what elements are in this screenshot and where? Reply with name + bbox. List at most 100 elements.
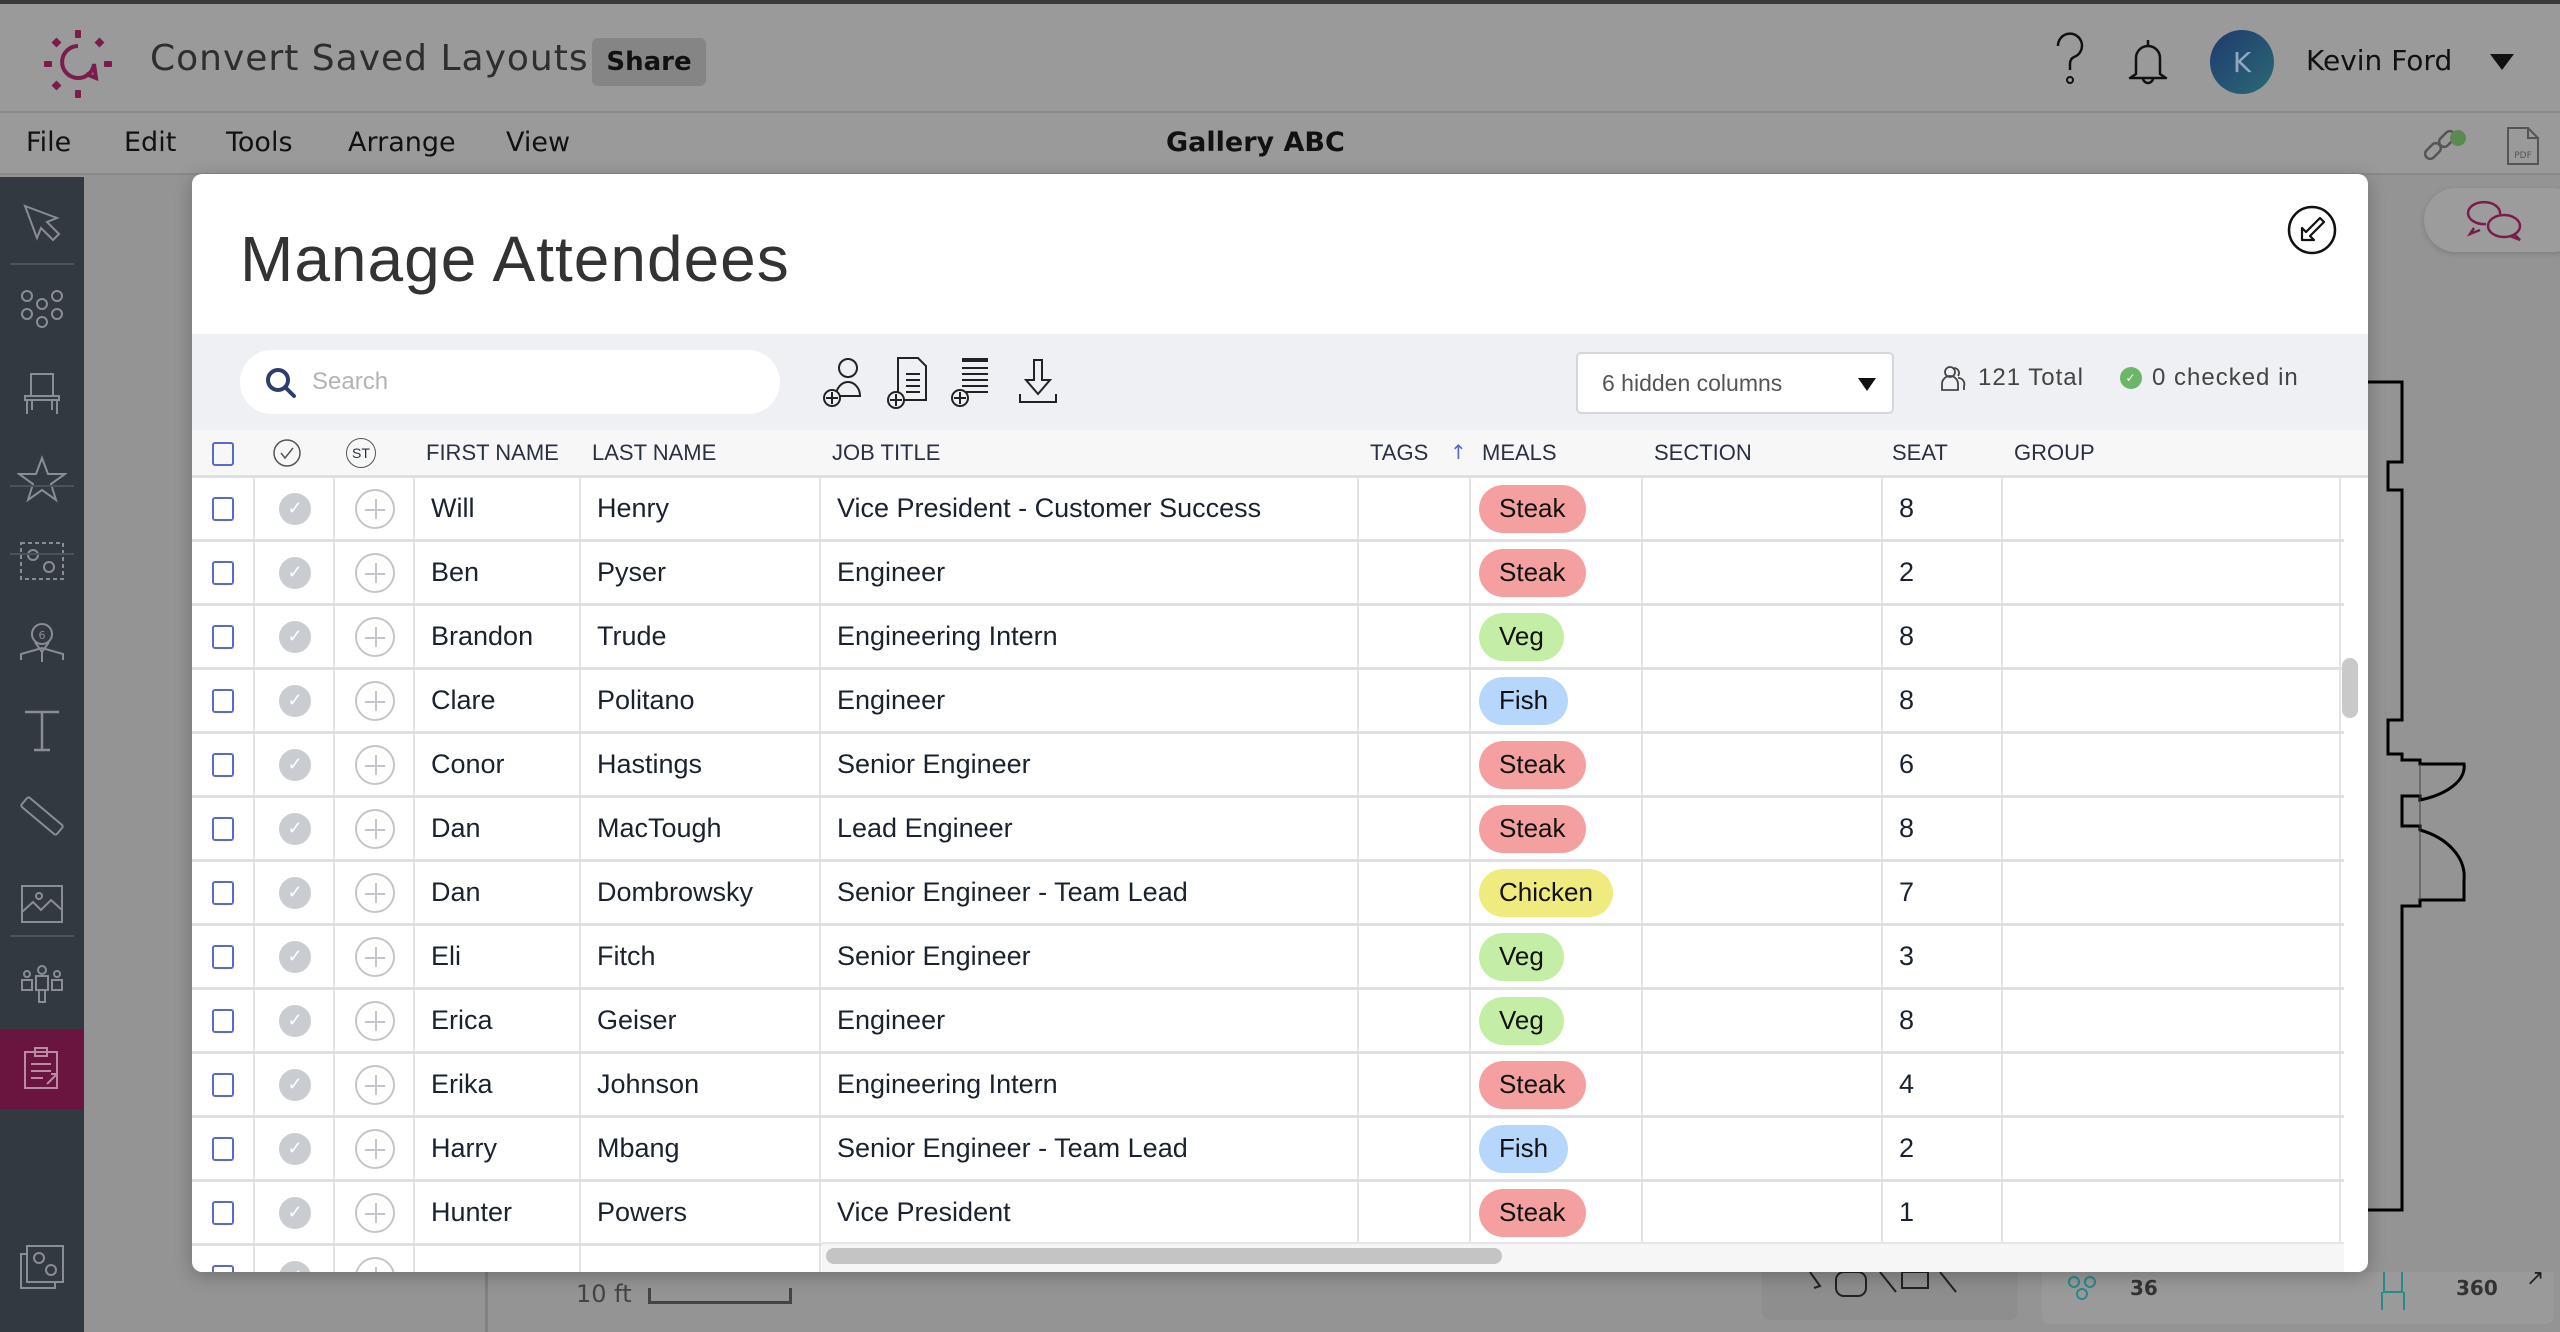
sidebar-item-text[interactable] <box>0 691 84 771</box>
add-status-icon[interactable] <box>355 1256 395 1272</box>
first-cell[interactable]: Ben <box>415 542 581 603</box>
tags-cell[interactable] <box>1359 670 1471 731</box>
section-cell[interactable] <box>1643 734 1883 795</box>
attendee-row[interactable]: ✓ Harry Mbang Senior Engineer - Team Lead Fi… <box>192 1118 2344 1182</box>
section-cell[interactable] <box>1643 798 1883 859</box>
export-pdf-icon[interactable]: PDF <box>2506 126 2540 166</box>
seat-cell[interactable]: 3 <box>1883 926 2003 987</box>
row-checkbox[interactable] <box>212 1008 234 1033</box>
row-checkbox[interactable] <box>212 624 234 649</box>
add-status-icon[interactable] <box>355 616 395 657</box>
hidden-columns-dropdown[interactable]: 6 hidden columns <box>1576 352 1894 414</box>
section-cell[interactable] <box>1643 606 1883 667</box>
meal-badge[interactable]: Steak <box>1479 804 1586 853</box>
help-icon[interactable] <box>2052 32 2088 88</box>
meal-badge[interactable]: Steak <box>1479 1060 1586 1109</box>
group-cell[interactable] <box>2003 862 2341 923</box>
job-cell[interactable]: Vice President <box>821 1182 1359 1243</box>
group-cell[interactable] <box>2003 670 2341 731</box>
add-status-icon[interactable] <box>355 552 395 593</box>
share-button[interactable]: Share <box>592 38 706 86</box>
sidebar-item-measure[interactable] <box>0 777 84 857</box>
menu-edit[interactable]: Edit <box>124 127 176 158</box>
row-checkbox[interactable] <box>212 880 234 905</box>
row-checkbox[interactable] <box>212 496 234 521</box>
status-column-icon[interactable]: ST <box>346 438 376 468</box>
last-cell[interactable] <box>581 1246 821 1272</box>
first-cell[interactable]: Eli <box>415 926 581 987</box>
meal-badge[interactable]: Steak <box>1479 1188 1586 1237</box>
job-cell[interactable]: Engineer <box>821 990 1359 1051</box>
group-cell[interactable] <box>2003 606 2341 667</box>
job-cell[interactable]: Engineering Intern <box>821 606 1359 667</box>
column-first-name[interactable]: FIRST NAME <box>426 440 559 466</box>
add-attendee-icon[interactable] <box>822 354 870 410</box>
attendee-row[interactable]: ✓ Eli Fitch Senior Engineer Veg 3 <box>192 926 2344 990</box>
sidebar-item-favorites[interactable] <box>0 439 84 519</box>
column-section[interactable]: SECTION <box>1654 440 1752 466</box>
group-cell[interactable] <box>2003 478 2341 539</box>
tags-cell[interactable] <box>1359 542 1471 603</box>
last-cell[interactable]: Fitch <box>581 926 821 987</box>
check-in-icon[interactable]: ✓ <box>279 1260 311 1272</box>
tags-cell[interactable] <box>1359 734 1471 795</box>
seat-cell[interactable]: 7 <box>1883 862 2003 923</box>
tags-cell[interactable] <box>1359 606 1471 667</box>
sidebar-item-attendees[interactable] <box>0 947 84 1027</box>
last-cell[interactable]: MacTough <box>581 798 821 859</box>
job-cell[interactable]: Lead Engineer <box>821 798 1359 859</box>
sidebar-item-image[interactable] <box>0 863 84 943</box>
first-cell[interactable]: Conor <box>415 734 581 795</box>
last-cell[interactable]: Geiser <box>581 990 821 1051</box>
first-cell[interactable]: Dan <box>415 862 581 923</box>
job-cell[interactable]: Vice President - Customer Success <box>821 478 1359 539</box>
seat-cell[interactable]: 1 <box>1883 1182 2003 1243</box>
section-cell[interactable] <box>1643 1054 1883 1115</box>
attendee-row[interactable]: ✓ Conor Hastings Senior Engineer Steak 6 <box>192 734 2344 798</box>
check-in-icon[interactable]: ✓ <box>279 620 311 653</box>
user-name[interactable]: Kevin Ford <box>2306 44 2452 77</box>
row-checkbox[interactable] <box>212 816 234 841</box>
section-cell[interactable] <box>1643 1182 1883 1243</box>
section-cell[interactable] <box>1643 990 1883 1051</box>
minimize-modal-icon[interactable] <box>2286 204 2338 256</box>
attendee-row[interactable]: ✓ Erica Geiser Engineer Veg 8 <box>192 990 2344 1054</box>
tags-cell[interactable] <box>1359 1118 1471 1179</box>
seat-cell[interactable]: 8 <box>1883 478 2003 539</box>
meal-badge[interactable]: Fish <box>1479 1124 1569 1173</box>
check-in-icon[interactable]: ✓ <box>279 684 311 717</box>
first-cell[interactable]: Will <box>415 478 581 539</box>
check-in-icon[interactable]: ✓ <box>279 812 311 845</box>
app-logo-icon[interactable] <box>42 28 114 100</box>
group-cell[interactable] <box>2003 926 2341 987</box>
job-cell[interactable]: Senior Engineer - Team Lead <box>821 862 1359 923</box>
attendee-row[interactable]: ✓ Clare Politano Engineer Fish 8 <box>192 670 2344 734</box>
sort-ascending-icon[interactable]: ↑ <box>1450 440 1467 464</box>
sidebar-item-manage-attendees[interactable] <box>0 1029 84 1109</box>
last-cell[interactable]: Hastings <box>581 734 821 795</box>
attendee-row[interactable]: ✓ Ben Pyser Engineer Steak 2 <box>192 542 2344 606</box>
add-status-icon[interactable] <box>355 808 395 849</box>
menu-view[interactable]: View <box>506 127 570 158</box>
sidebar-item-groups[interactable] <box>0 522 84 602</box>
add-status-icon[interactable] <box>355 1192 395 1233</box>
first-cell[interactable]: Brandon <box>415 606 581 667</box>
seat-cell[interactable]: 4 <box>1883 1054 2003 1115</box>
search-box[interactable] <box>240 350 780 414</box>
job-cell[interactable]: Senior Engineer - Team Lead <box>821 1118 1359 1179</box>
tags-cell[interactable] <box>1359 1182 1471 1243</box>
attendee-row[interactable]: ✓ Erika Johnson Engineering Intern Steak 4 <box>192 1054 2344 1118</box>
column-job-title[interactable]: JOB TITLE <box>832 440 940 466</box>
column-last-name[interactable]: LAST NAME <box>592 440 716 466</box>
sidebar-item-layouts[interactable] <box>0 1227 84 1307</box>
check-in-icon[interactable]: ✓ <box>279 1132 311 1165</box>
row-checkbox[interactable] <box>212 560 234 585</box>
attendee-row[interactable]: ✓ Dan MacTough Lead Engineer Steak 8 <box>192 798 2344 862</box>
column-tags[interactable]: TAGS <box>1370 440 1428 466</box>
menu-arrange[interactable]: Arrange <box>348 127 456 158</box>
row-checkbox[interactable] <box>212 944 234 969</box>
sidebar-item-guest-count[interactable]: 6 <box>0 605 84 685</box>
tags-cell[interactable] <box>1359 926 1471 987</box>
group-cell[interactable] <box>2003 798 2341 859</box>
attendee-row[interactable]: ✓ Dan Dombrowsky Senior Engineer - Team Lea… <box>192 862 2344 926</box>
